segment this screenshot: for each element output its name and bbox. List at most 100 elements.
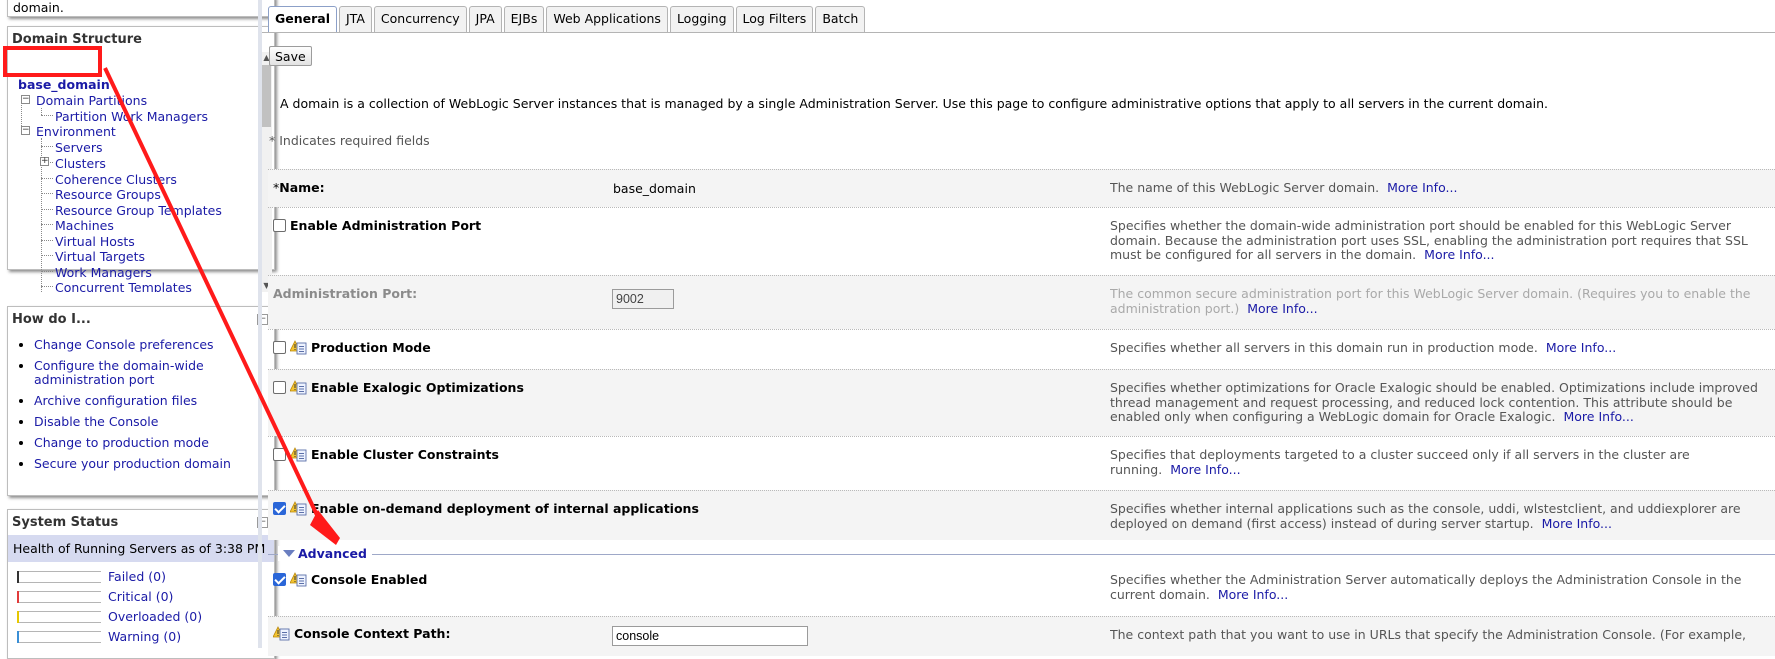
production-mode-label-text: Production Mode [311, 340, 431, 355]
on-demand-label: Enable on-demand deployment of internal … [273, 501, 699, 516]
enable-admin-port-desc: Specifies whether the domain-wide admini… [1110, 219, 1775, 263]
status-bar [17, 611, 101, 623]
tree-node-virtual-targets[interactable]: Virtual Targets [55, 249, 145, 264]
tree-node-clusters[interactable]: Clusters [55, 156, 106, 171]
production-mode-desc: Specifies whether all servers in this do… [1110, 341, 1775, 356]
exalogic-label-text: Enable Exalogic Optimizations [311, 380, 524, 395]
tab-log-filters[interactable]: Log Filters [735, 6, 814, 32]
console-context-label-text: Console Context Path: [294, 626, 451, 641]
restart-required-icon [289, 447, 307, 462]
desc-line: Specifies that deployments targeted to a… [1110, 448, 1690, 462]
expand-icon[interactable]: + [40, 157, 49, 166]
how-to-link[interactable]: Change Console preferences [34, 337, 214, 352]
status-link-overloaded[interactable]: Overloaded (0) [108, 609, 202, 624]
production-mode-checkbox[interactable] [273, 341, 286, 354]
tab-web-applications[interactable]: Web Applications [546, 6, 668, 32]
tree-node-environment[interactable]: Environment [36, 124, 116, 139]
admin-port-label: Administration Port: [273, 286, 418, 301]
tree-node-concurrent-templates[interactable]: Concurrent Templates [55, 280, 192, 292]
more-info-link[interactable]: More Info... [1424, 247, 1494, 262]
how-to-link[interactable]: Archive configuration files [34, 393, 197, 408]
restart-required-icon [289, 380, 307, 395]
how-to-link[interactable]: Secure your production domain [34, 456, 231, 471]
name-label-text: Name: [279, 180, 325, 195]
advanced-label[interactable]: Advanced [278, 546, 372, 561]
on-demand-checkbox[interactable] [273, 502, 286, 515]
tree-node-base-domain[interactable]: base_domain [18, 77, 110, 92]
console-context-label: Console Context Path: [272, 626, 451, 641]
status-row-warning: Warning (0) [8, 627, 274, 647]
desc-line: Specifies whether optimizations for Orac… [1110, 381, 1758, 395]
tab-jta[interactable]: JTA [339, 6, 372, 32]
tree-node-resource-groups[interactable]: Resource Groups [55, 187, 161, 202]
name-desc: The name of this WebLogic Server domain.… [1110, 181, 1775, 196]
tree-node-partition-work-managers[interactable]: Partition Work Managers [55, 109, 208, 124]
restart-required-icon [289, 572, 307, 587]
console-context-input[interactable] [612, 626, 808, 646]
more-info-link[interactable]: More Info... [1546, 341, 1616, 355]
system-status-title: System Status [12, 515, 119, 530]
exalogic-checkbox[interactable] [273, 381, 286, 394]
tree-node-servers[interactable]: Servers [55, 140, 103, 155]
tree-node-machines[interactable]: Machines [55, 218, 114, 233]
main-content: General JTA Concurrency JPA EJBs Web App… [262, 0, 1775, 656]
status-row-critical: Critical (0) [8, 587, 274, 607]
more-info-link[interactable]: More Info... [1387, 181, 1457, 195]
status-bar [17, 571, 101, 583]
tree-node-coherence-clusters[interactable]: Coherence Clusters [55, 172, 177, 187]
save-button[interactable]: Save [269, 46, 312, 66]
console-enabled-checkbox[interactable] [273, 573, 286, 586]
field-row-console-enabled: Console Enabled Specifies whether the Ad… [268, 566, 1775, 616]
tab-general[interactable]: General [268, 6, 337, 32]
name-desc-text: The name of this WebLogic Server domain. [1110, 181, 1380, 195]
desc-line: Specifies whether the Administration Ser… [1110, 573, 1742, 587]
cluster-constraints-label-text: Enable Cluster Constraints [311, 447, 499, 462]
status-row-overloaded: Overloaded (0) [8, 607, 274, 627]
how-to-link[interactable]: Disable the Console [34, 414, 158, 429]
more-info-link[interactable]: More Info... [1247, 301, 1317, 316]
desc-line: current domain. [1110, 586, 1210, 602]
enable-admin-port-label-text: Enable Administration Port [290, 218, 482, 233]
field-row-name: *Name: base_domain The name of this WebL… [268, 169, 1775, 207]
exalogic-desc: Specifies whether optimizations for Orac… [1110, 381, 1775, 425]
how-do-i-title: How do I... [12, 312, 91, 327]
tab-logging[interactable]: Logging [669, 6, 734, 32]
how-to-link[interactable]: Configure the domain-wide administration… [34, 358, 204, 387]
cluster-constraints-checkbox[interactable] [273, 448, 286, 461]
console-enabled-desc: Specifies whether the Administration Ser… [1110, 573, 1775, 602]
admin-port-input[interactable] [612, 289, 674, 309]
advanced-section-toggle[interactable]: Advanced [268, 546, 1775, 562]
collapse-icon[interactable]: − [21, 126, 30, 135]
status-link-failed[interactable]: Failed (0) [108, 569, 166, 584]
chevron-down-icon [283, 550, 295, 557]
more-info-link[interactable]: More Info... [1218, 587, 1288, 602]
status-link-critical[interactable]: Critical (0) [108, 589, 173, 604]
tab-jpa[interactable]: JPA [468, 6, 502, 32]
collapse-icon[interactable]: − [21, 95, 30, 104]
desc-line: deployed on demand (first access) instea… [1110, 515, 1534, 531]
tab-batch[interactable]: Batch [815, 6, 866, 32]
tree-node-virtual-hosts[interactable]: Virtual Hosts [55, 234, 135, 249]
desc-line: running. [1110, 461, 1163, 477]
more-info-link[interactable]: More Info... [1542, 516, 1612, 531]
more-info-link[interactable]: More Info... [1564, 409, 1634, 424]
enable-admin-port-checkbox[interactable] [273, 219, 286, 232]
desc-line: must be configured for all servers in th… [1110, 247, 1417, 262]
production-mode-label: Production Mode [273, 340, 431, 355]
desc-line: Specifies whether the domain-wide admini… [1110, 219, 1731, 233]
desc-line: domain. Because the administration port … [1110, 232, 1748, 248]
tab-concurrency[interactable]: Concurrency [373, 6, 467, 32]
status-mark [17, 631, 19, 643]
how-to-link[interactable]: Change to production mode [34, 435, 209, 450]
tab-ejbs[interactable]: EJBs [503, 6, 545, 32]
status-mark [17, 611, 19, 623]
console-enabled-label-text: Console Enabled [311, 572, 428, 587]
field-row-production-mode: Production Mode Specifies whether all se… [268, 329, 1775, 369]
status-link-warning[interactable]: Warning (0) [108, 629, 181, 644]
tree-node-domain-partitions[interactable]: Domain Partitions [36, 93, 147, 108]
desc-line: Specifies whether internal applications … [1110, 502, 1741, 516]
tree-node-work-managers[interactable]: Work Managers [55, 265, 152, 280]
tree-node-resource-group-templates[interactable]: Resource Group Templates [55, 203, 222, 218]
more-info-link[interactable]: More Info... [1170, 462, 1240, 477]
admin-port-desc: The common secure administration port fo… [1110, 287, 1775, 316]
